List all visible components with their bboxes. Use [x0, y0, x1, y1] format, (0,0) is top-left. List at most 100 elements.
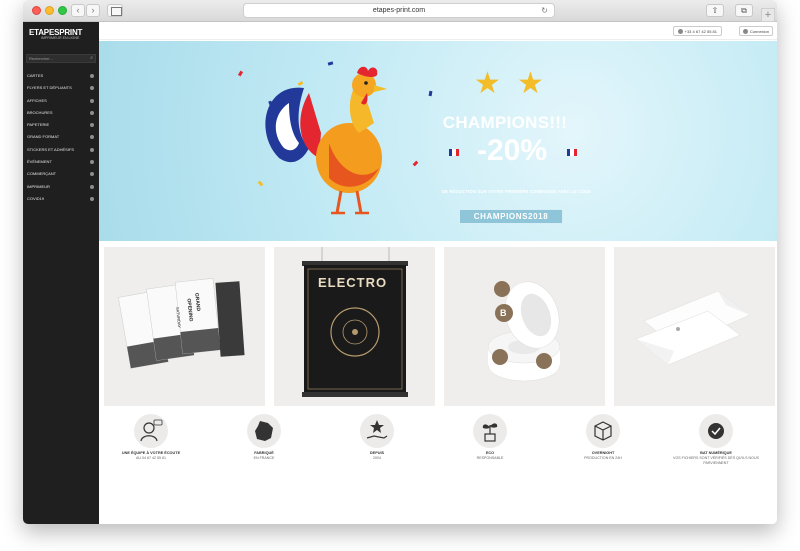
- stickers-image: [487, 281, 561, 382]
- hand-star-icon: [360, 414, 394, 448]
- sidebar-item-label: PAPETERIE: [27, 122, 50, 128]
- login-label: Connexion: [749, 29, 769, 34]
- support-icon: [134, 414, 168, 448]
- login-button[interactable]: Connexion: [738, 26, 773, 36]
- search-placeholder: Rechercher...: [29, 56, 53, 61]
- feature-subtitle: 2004: [373, 456, 381, 460]
- phone-icon: [677, 29, 683, 35]
- star-icon: ★: [474, 67, 501, 100]
- banner-tagline: DE RÉDUCTION SUR VOTRE PREMIÈRE COMMANDE…: [441, 189, 592, 194]
- site-logo[interactable]: ETAPESPRINT IMPRIMEUR EN LIGNE: [29, 28, 95, 44]
- feature-bat: BAT NUMÉRIQUE VOS FICHIERS SONT VÉRIFIÉS…: [666, 414, 766, 465]
- sidebar-item-imprimeur[interactable]: IMPRIMEUR: [23, 181, 99, 193]
- sidebar-menu: CARTES FLYERS ET DÉPLIANTS AFFICHES BROC…: [23, 70, 99, 205]
- promo-banner[interactable]: ★ ★ CHAMPIONS!!! -20% DE RÉDUCTION SUR V…: [99, 41, 777, 241]
- french-flag-icon: [567, 149, 577, 156]
- feature-overnight: OVERNIGHT PRODUCTION EN 24H: [553, 414, 653, 461]
- plus-icon: [90, 196, 94, 201]
- forward-button[interactable]: ›: [86, 4, 100, 17]
- plus-icon: [90, 172, 94, 177]
- chevron-left-icon: ‹: [76, 5, 80, 15]
- sidebar-toggle-button[interactable]: [107, 4, 123, 17]
- sidebar-item-grand-format[interactable]: GRAND FORMAT: [23, 131, 99, 143]
- sidebar-item-label: COMMERÇANT: [27, 171, 57, 177]
- box-icon: [586, 414, 620, 448]
- plus-icon: [90, 147, 94, 152]
- france-map-icon: [247, 414, 281, 448]
- plus-icon: +: [764, 9, 772, 21]
- url-text: etapes-print.com: [372, 7, 426, 14]
- plus-icon: [90, 160, 94, 165]
- sidebar-item-label: BROCHURES: [27, 109, 53, 115]
- feature-subtitle: VOS FICHIERS SONT VÉRIFIÉS DÈS QU'ILS NO…: [673, 456, 759, 465]
- confetti: [428, 90, 433, 97]
- share-button[interactable]: ⇧: [706, 4, 724, 17]
- feature-fabrique: FABRIQUÉ EN FRANCE: [214, 414, 314, 461]
- sidebar-item-brochures[interactable]: BROCHURES: [23, 107, 99, 119]
- logo-subtitle: IMPRIMEUR EN LIGNE: [41, 36, 80, 40]
- chevron-right-icon: ›: [91, 5, 95, 15]
- phone-number: +33 4 67 42 55 81: [684, 29, 717, 34]
- new-tab-button[interactable]: +: [761, 8, 775, 22]
- confetti: [237, 70, 244, 77]
- sidebar-item-label: FLYERS ET DÉPLIANTS: [27, 85, 72, 91]
- check-icon: [699, 414, 733, 448]
- sidebar-item-evenement[interactable]: ÉVÉNEMENT: [23, 156, 99, 168]
- sidebar-item-stickers[interactable]: STICKERS ET ADHÉSIFS: [23, 144, 99, 156]
- sidebar-item-papeterie[interactable]: PAPETERIE: [23, 119, 99, 131]
- feature-subtitle: RESPONSABLE: [476, 456, 504, 460]
- product-card-flyers[interactable]: GRAND OPENING SATURDAY: [104, 247, 265, 406]
- feature-depuis: DEPUIS 2004: [327, 414, 427, 461]
- plus-icon: [90, 123, 94, 128]
- sidebar-item-label: GRAND FORMAT: [27, 134, 60, 140]
- sidebar-item-label: COVID19: [27, 195, 45, 201]
- sidebar-item-commercant[interactable]: COMMERÇANT: [23, 168, 99, 180]
- sidebar-item-label: STICKERS ET ADHÉSIFS: [27, 146, 75, 152]
- sidebar-item-affiches[interactable]: AFFICHES: [23, 95, 99, 107]
- reload-icon[interactable]: ↻: [541, 4, 548, 17]
- sidebar-search-input[interactable]: Rechercher... ⌕: [26, 54, 96, 63]
- phone-button[interactable]: +33 4 67 42 55 81: [672, 26, 722, 36]
- minimize-window-button[interactable]: [45, 6, 54, 15]
- sticker-letter: B: [500, 308, 507, 318]
- banner-headline: CHAMPIONS!!!: [442, 113, 568, 132]
- plus-icon: [90, 184, 94, 189]
- sidebar-item-cartes[interactable]: CARTES: [23, 70, 99, 82]
- envelopes-image: [635, 290, 751, 366]
- product-grid: GRAND OPENING SATURDAY ELECTRO B: [99, 247, 777, 407]
- feature-subtitle: EN FRANCE: [253, 456, 275, 460]
- feature-subtitle: PRODUCTION EN 24H: [584, 456, 622, 460]
- promo-code[interactable]: CHAMPIONS2018: [459, 209, 563, 224]
- product-card-enveloppes[interactable]: [614, 247, 775, 406]
- back-button[interactable]: ‹: [71, 4, 85, 17]
- browser-window: ‹ › etapes-print.com ↻ ⇧ ⧉ ETAPESPRINT I…: [23, 0, 777, 524]
- plus-icon: [90, 74, 94, 78]
- share-icon: ⇧: [711, 6, 719, 15]
- rooster-illustration: [265, 66, 387, 215]
- feature-eco: ECO RESPONSABLE: [440, 414, 540, 461]
- sidebar-item-label: IMPRIMEUR: [27, 183, 50, 189]
- user-icon: [742, 29, 748, 35]
- top-bar: +33 4 67 42 55 81 Connexion: [99, 22, 777, 40]
- sidebar-item-flyers[interactable]: FLYERS ET DÉPLIANTS: [23, 82, 99, 94]
- poster-title: ELECTRO: [318, 275, 388, 290]
- tabs-icon: ⧉: [741, 6, 747, 15]
- plus-icon: [90, 110, 94, 115]
- feature-subtitle: AU 04 67 42 55 81: [136, 456, 166, 460]
- zoom-window-button[interactable]: [58, 6, 67, 15]
- sidebar-item-label: AFFICHES: [27, 97, 47, 103]
- address-bar[interactable]: etapes-print.com ↻: [243, 3, 555, 18]
- plus-icon: [90, 98, 94, 103]
- product-card-stickers[interactable]: B: [444, 247, 605, 406]
- close-window-button[interactable]: [32, 6, 41, 15]
- sidebar-item-label: ÉVÉNEMENT: [27, 159, 52, 165]
- sidebar-item-label: CARTES: [27, 73, 44, 78]
- plus-icon: [90, 135, 94, 140]
- flyers-image: [118, 278, 245, 369]
- plus-icon: [90, 86, 94, 91]
- browser-toolbar: ‹ › etapes-print.com ↻ ⇧ ⧉: [23, 0, 777, 22]
- french-flag-icon: [449, 149, 459, 156]
- product-card-affiche[interactable]: ELECTRO: [274, 247, 435, 406]
- sidebar-item-covid19[interactable]: COVID19: [23, 193, 99, 205]
- tabs-overview-button[interactable]: ⧉: [735, 4, 753, 17]
